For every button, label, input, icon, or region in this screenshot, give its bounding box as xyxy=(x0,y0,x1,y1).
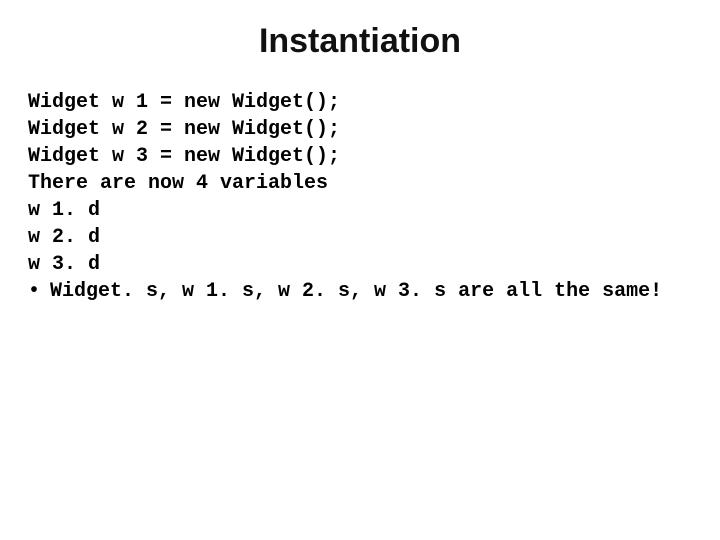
bullet-text: Widget. s, w 1. s, w 2. s, w 3. s are al… xyxy=(50,278,662,305)
bullet-item: • Widget. s, w 1. s, w 2. s, w 3. s are … xyxy=(28,278,692,305)
slide-title: Instantiation xyxy=(28,22,692,61)
code-line: Widget w 1 = new Widget(); xyxy=(28,91,340,114)
slide: Instantiation Widget w 1 = new Widget();… xyxy=(0,0,720,540)
bullet-dot-icon: • xyxy=(28,278,50,305)
code-line: w 3. d xyxy=(28,253,100,276)
code-line: Widget w 3 = new Widget(); xyxy=(28,145,340,168)
code-line: w 2. d xyxy=(28,226,100,249)
code-block: Widget w 1 = new Widget(); Widget w 2 = … xyxy=(28,89,692,278)
code-line: w 1. d xyxy=(28,199,100,222)
code-line: Widget w 2 = new Widget(); xyxy=(28,118,340,141)
code-line: There are now 4 variables xyxy=(28,172,328,195)
